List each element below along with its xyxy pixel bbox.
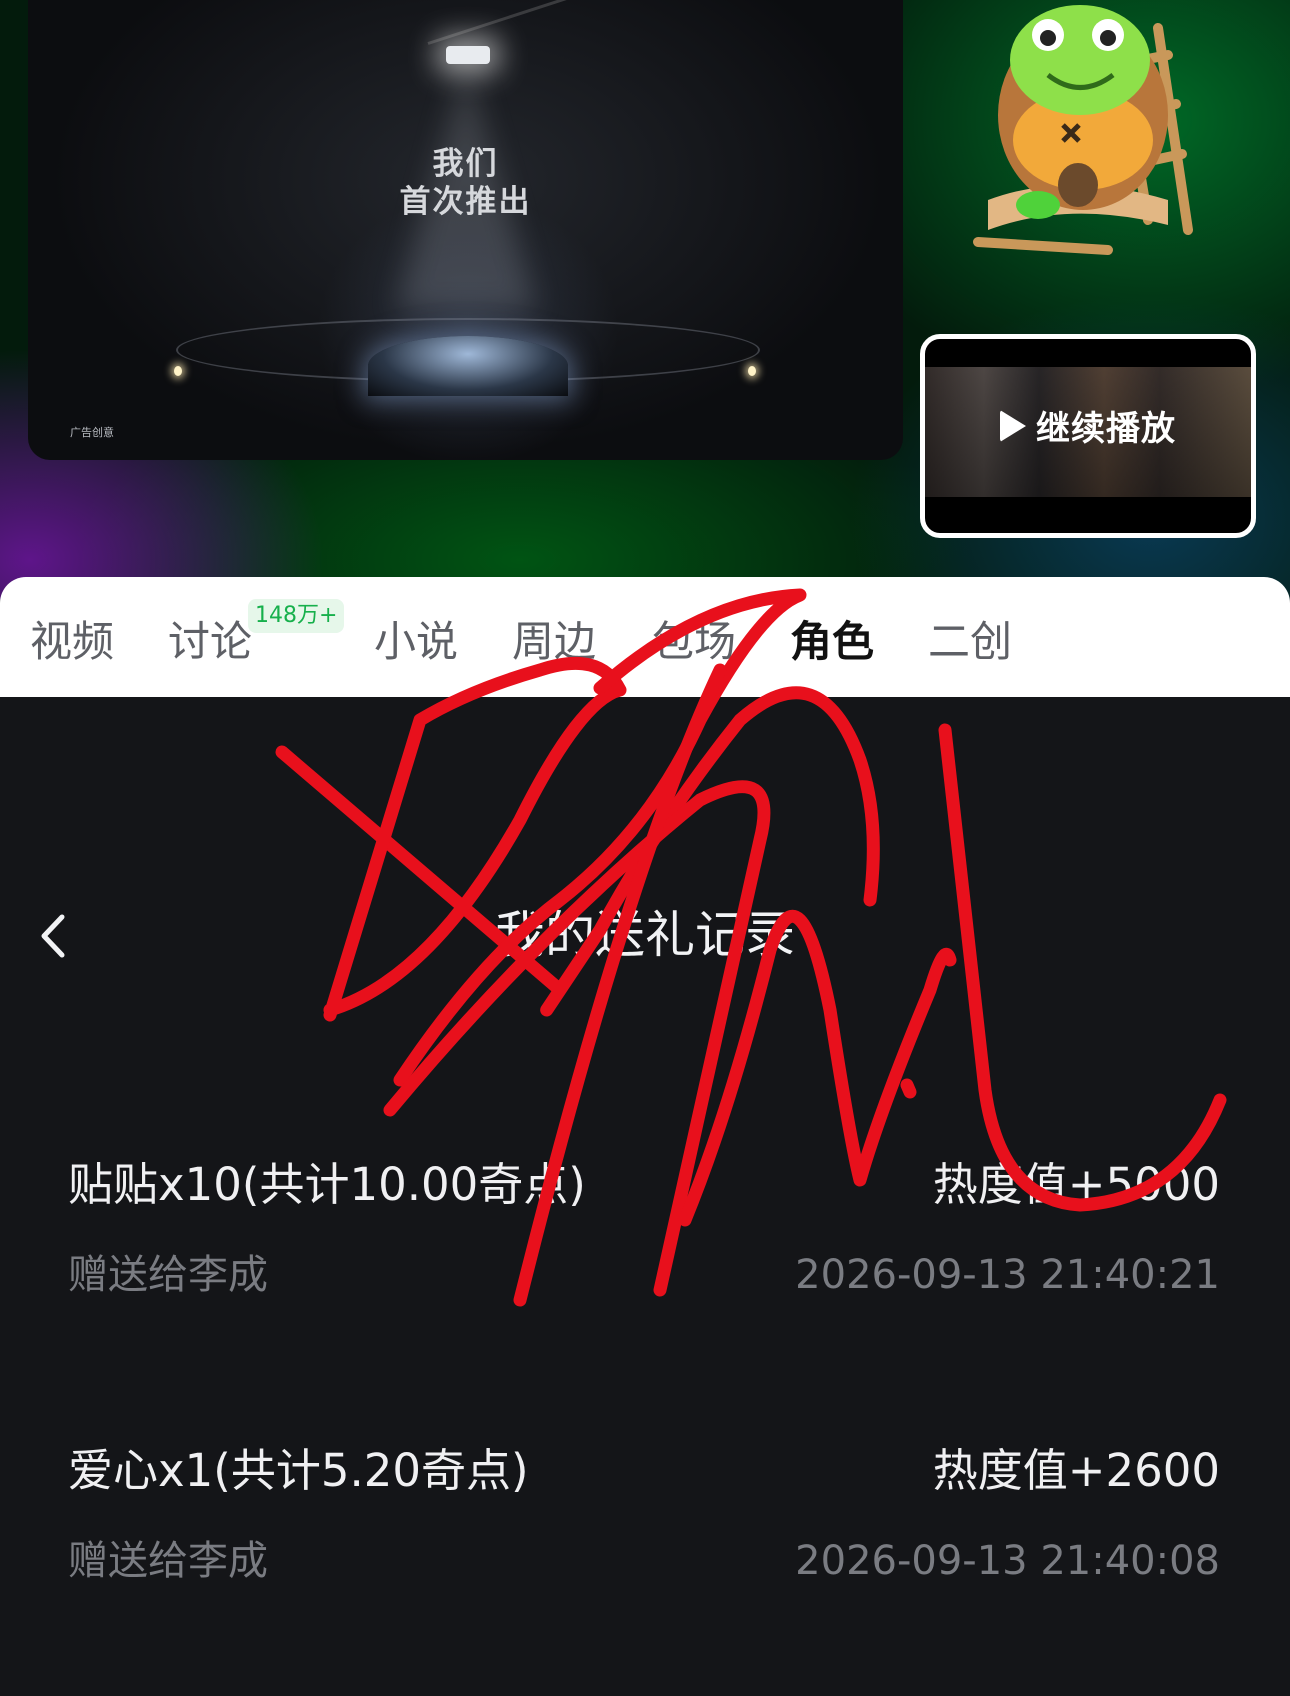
ad-label: 广告创意 xyxy=(70,426,114,439)
ad-light-dot xyxy=(748,366,756,376)
ad-headline: 我们 首次推出 xyxy=(28,145,903,221)
tab-merch[interactable]: 周边 xyxy=(512,612,596,672)
ad-headline-line2: 首次推出 xyxy=(399,184,532,220)
gift-recipient: 赠送给李成 xyxy=(68,1252,268,1298)
tab-novel[interactable]: 小说 xyxy=(374,612,458,672)
resume-play-button[interactable]: 继续播放 xyxy=(925,401,1251,450)
ad-dome-graphic xyxy=(368,336,568,396)
media-area: 我们 首次推出 广告创意 继续播放 xyxy=(0,0,1290,600)
resume-play-label: 继续播放 xyxy=(1036,409,1176,449)
ad-rig-graphic xyxy=(427,0,638,45)
gift-name: 贴贴x10(共计10.00奇点) xyxy=(68,1158,586,1211)
tab-fan-works[interactable]: 二创 xyxy=(928,612,1012,672)
gift-timestamp: 2026-09-13 21:40:08 xyxy=(795,1538,1220,1584)
gift-name: 爱心x1(共计5.20奇点) xyxy=(68,1444,529,1497)
ad-lamp-graphic xyxy=(446,46,490,64)
mascot-sticker[interactable] xyxy=(968,0,1208,260)
ad-headline-line1: 我们 xyxy=(432,146,499,182)
mascot-face xyxy=(1010,5,1150,115)
gift-recipient: 赠送给李成 xyxy=(68,1538,268,1584)
ad-light-dot xyxy=(174,366,182,376)
tab-characters[interactable]: 角色 xyxy=(790,612,874,672)
tab-booking[interactable]: 包场 xyxy=(652,612,736,672)
mini-player[interactable]: 继续播放 xyxy=(920,334,1256,538)
discussion-count-badge: 148万+ xyxy=(248,599,345,633)
play-icon xyxy=(1000,409,1026,442)
tab-discussion[interactable]: 讨论 xyxy=(168,612,252,672)
tab-video[interactable]: 视频 xyxy=(30,612,114,672)
gift-heat-value: 热度值+5000 xyxy=(932,1158,1220,1211)
gift-record-page: 我的送礼记录 贴贴x10(共计10.00奇点) 热度值+5000 赠送给李成 2… xyxy=(0,697,1290,1696)
tab-bar: 视频 讨论 148万+ 小说 周边 包场 角色 二创 xyxy=(0,577,1290,697)
gift-timestamp: 2026-09-13 21:40:21 xyxy=(795,1252,1220,1298)
ad-video[interactable]: 我们 首次推出 广告创意 xyxy=(28,0,903,460)
page-title: 我的送礼记录 xyxy=(495,906,795,964)
gift-heat-value: 热度值+2600 xyxy=(932,1444,1220,1497)
